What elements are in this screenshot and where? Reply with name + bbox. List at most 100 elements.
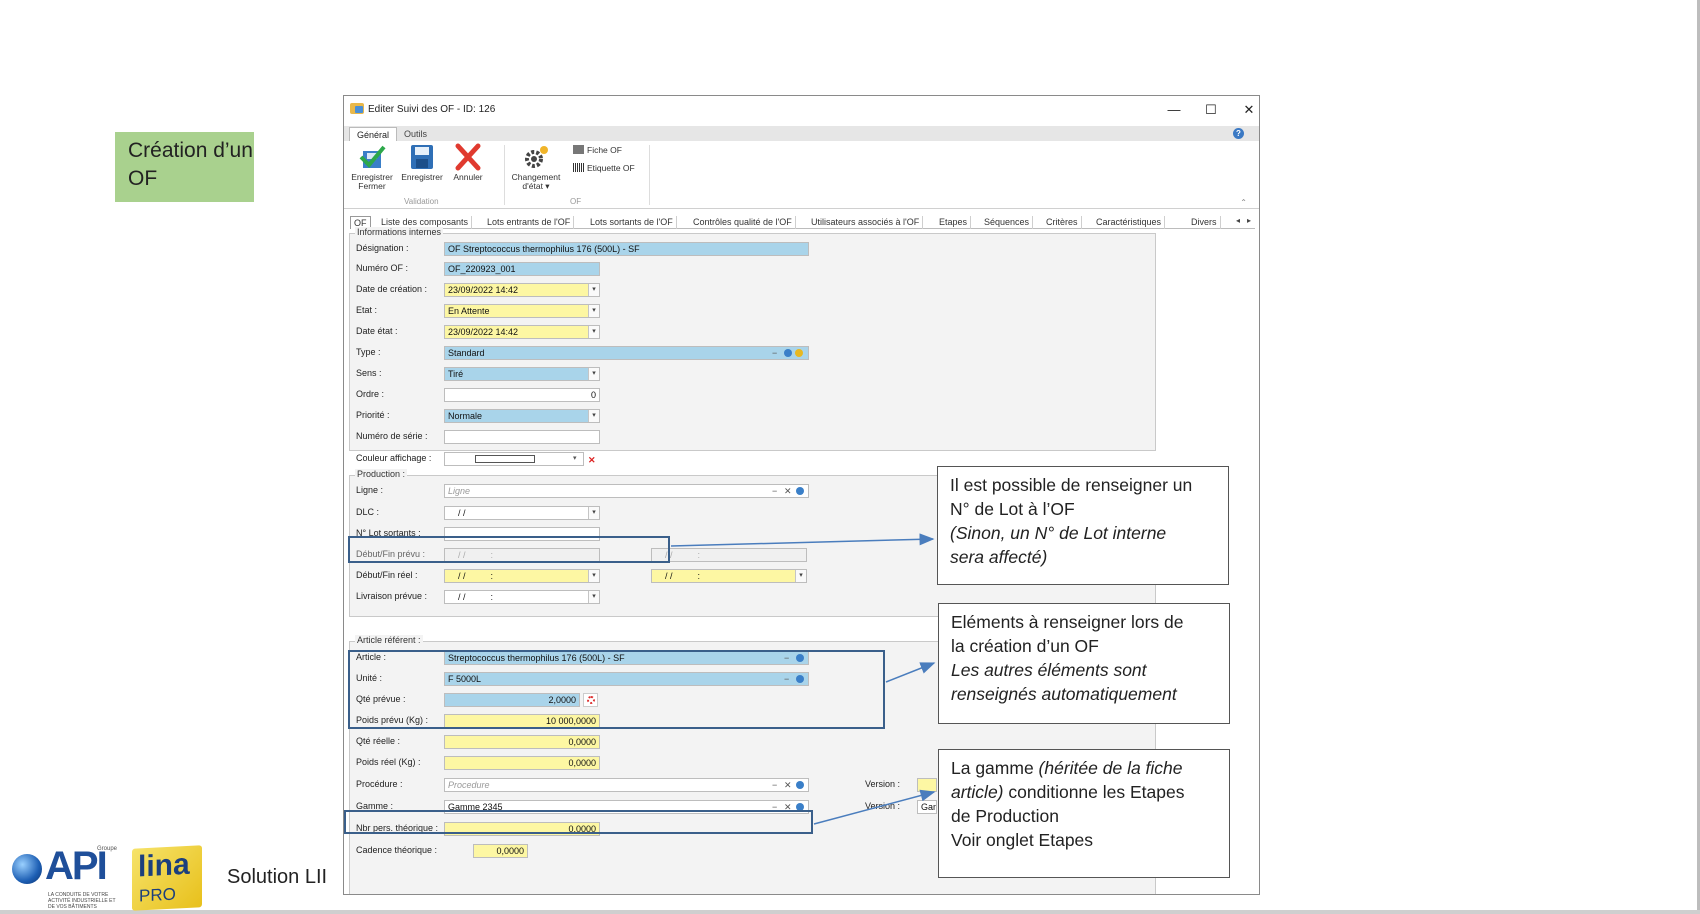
chevron-down-icon[interactable]: ▾ bbox=[795, 570, 806, 582]
callout-elements-line2: la création d’un OF bbox=[951, 636, 1099, 656]
open-icon[interactable] bbox=[796, 487, 804, 495]
chevron-down-icon[interactable]: ▾ bbox=[588, 507, 599, 519]
ligne-placeholder: Ligne bbox=[448, 486, 471, 496]
version-gamme-label: Version : bbox=[865, 801, 901, 811]
numero-serie-label: Numéro de série : bbox=[356, 431, 428, 441]
date-etat-field[interactable]: 23/09/2022 14:42 ▾ bbox=[444, 325, 600, 339]
close-button[interactable]: ✕ bbox=[1237, 100, 1259, 120]
save-close-button[interactable]: Enregistrer Fermer bbox=[348, 143, 396, 191]
ordre-field[interactable]: 0 bbox=[444, 388, 600, 402]
collapse-ribbon-icon[interactable]: ⌃ bbox=[1240, 198, 1247, 207]
chevron-down-icon[interactable]: ▾ bbox=[588, 305, 599, 317]
callout-gamme-line4: Voir onglet Etapes bbox=[951, 830, 1094, 850]
save-close-icon bbox=[359, 145, 386, 168]
tab-divers[interactable]: Divers bbox=[1188, 216, 1221, 229]
sens-select[interactable]: Tiré ▾ bbox=[444, 367, 600, 381]
fiche-of-button[interactable]: Fiche OF bbox=[573, 145, 622, 155]
priorite-select[interactable]: Normale ▾ bbox=[444, 409, 600, 423]
procedure-label: Procédure : bbox=[356, 779, 403, 789]
chevron-down-icon[interactable]: ▾ bbox=[573, 453, 577, 465]
type-value: Standard bbox=[448, 348, 485, 358]
tab-scroll-left-icon[interactable]: ◂ bbox=[1236, 216, 1240, 225]
open-icon[interactable] bbox=[796, 781, 804, 789]
tab-sequences[interactable]: Séquences bbox=[981, 216, 1034, 229]
chevron-down-icon[interactable]: ▾ bbox=[588, 570, 599, 582]
tab-lots-entrants[interactable]: Lots entrants de l'OF bbox=[484, 216, 575, 229]
tab-utilisateurs[interactable]: Utilisateurs associés à l'OF bbox=[808, 216, 924, 229]
etat-select[interactable]: En Attente ▾ bbox=[444, 304, 600, 318]
poids-reel-field[interactable]: 0,0000 bbox=[444, 756, 600, 770]
callout-elements-line3: Les autres éléments sont bbox=[951, 660, 1147, 680]
tab-controles-qualite[interactable]: Contrôles qualité de l'OF bbox=[690, 216, 796, 229]
livraison-field[interactable]: / / : ▾ bbox=[444, 590, 600, 604]
pro-text: PRO bbox=[139, 884, 176, 906]
numero-of-field[interactable]: OF_220923_001 bbox=[444, 262, 600, 276]
chevron-down-icon[interactable]: ▾ bbox=[588, 410, 599, 422]
ribbon-group-of: OF bbox=[570, 197, 582, 206]
version-gamme-field[interactable]: Gam bbox=[917, 800, 937, 814]
qte-reelle-field[interactable]: 0,0000 bbox=[444, 735, 600, 749]
tab-caracteristiques[interactable]: Caractéristiques bbox=[1093, 216, 1166, 229]
etat-value: En Attente bbox=[448, 306, 490, 316]
print-icon bbox=[573, 145, 584, 154]
slide-title: Création d’un OF bbox=[115, 132, 254, 202]
designation-label: Désignation : bbox=[356, 243, 409, 253]
debut-reel-field[interactable]: / / : ▾ bbox=[444, 569, 600, 583]
fin-reel-value: / / : bbox=[665, 571, 701, 581]
minus-icon[interactable]: − bbox=[772, 779, 777, 791]
designation-field[interactable]: OF Streptococcus thermophilus 176 (500L)… bbox=[444, 242, 809, 256]
date-creation-field[interactable]: 23/09/2022 14:42 ▾ bbox=[444, 283, 600, 297]
etiquette-of-button[interactable]: Etiquette OF bbox=[573, 163, 635, 173]
dlc-field[interactable]: / / ▾ bbox=[444, 506, 600, 520]
clear-icon[interactable]: ✕ bbox=[784, 485, 792, 497]
gear-icon bbox=[525, 146, 548, 168]
clear-color-icon[interactable]: ✕ bbox=[588, 454, 596, 466]
tab-scroll-right-icon[interactable]: ▸ bbox=[1247, 216, 1251, 225]
callout-elements: Eléments à renseigner lors de la créatio… bbox=[938, 603, 1230, 724]
ligne-label: Ligne : bbox=[356, 485, 384, 495]
fin-prevu-field: / / : bbox=[651, 548, 807, 562]
help-icon[interactable]: ? bbox=[1233, 128, 1244, 139]
tab-lots-sortants[interactable]: Lots sortants de l'OF bbox=[587, 216, 677, 229]
maximize-button[interactable]: ☐ bbox=[1199, 100, 1223, 120]
minus-icon[interactable]: − bbox=[772, 485, 777, 497]
type-field[interactable]: Standard − bbox=[444, 346, 809, 360]
chevron-down-icon[interactable]: ▾ bbox=[588, 284, 599, 296]
callout-elements-line4: renseignés automatiquement bbox=[951, 684, 1177, 704]
callout-gamme-line3: de Production bbox=[951, 806, 1059, 826]
add-icon[interactable] bbox=[795, 349, 803, 357]
clear-icon[interactable]: ✕ bbox=[784, 779, 792, 791]
open-icon[interactable] bbox=[784, 349, 792, 357]
date-etat-value: 23/09/2022 14:42 bbox=[448, 327, 519, 337]
minimize-button[interactable]: — bbox=[1162, 100, 1186, 120]
couleur-picker[interactable]: ▾ bbox=[444, 452, 584, 466]
cancel-label: Annuler bbox=[453, 172, 483, 182]
ribbon-separator bbox=[649, 145, 650, 205]
tab-criteres[interactable]: Critères bbox=[1043, 216, 1082, 229]
change-state-button[interactable]: Changement d'état ▾ bbox=[507, 143, 565, 191]
cadence-field[interactable]: 0,0000 bbox=[473, 844, 528, 858]
tab-etapes[interactable]: Etapes bbox=[936, 216, 972, 229]
api-tagline: LA CONDUITE DE VOTRE ACTIVITÉ INDUSTRIEL… bbox=[48, 892, 116, 910]
cancel-button[interactable]: Annuler bbox=[448, 143, 488, 182]
procedure-field[interactable]: Procedure − ✕ bbox=[444, 778, 809, 792]
fiche-of-label: Fiche OF bbox=[587, 145, 622, 155]
ribbon-tab-general[interactable]: Général bbox=[349, 127, 398, 141]
chevron-down-icon[interactable]: ▾ bbox=[588, 591, 599, 603]
fin-reel-field[interactable]: / / : ▾ bbox=[651, 569, 807, 583]
livraison-value: / / : bbox=[458, 592, 494, 602]
highlight-gamme bbox=[344, 810, 813, 834]
date-creation-label: Date de création : bbox=[356, 284, 428, 294]
ribbon-tab-outils[interactable]: Outils bbox=[397, 127, 434, 141]
chevron-down-icon[interactable]: ▾ bbox=[588, 368, 599, 380]
save-button[interactable]: Enregistrer bbox=[400, 143, 444, 182]
chevron-down-icon[interactable]: ▾ bbox=[588, 326, 599, 338]
version-procedure-field[interactable] bbox=[917, 778, 937, 792]
lina-pro-logo: lina PRO bbox=[132, 845, 202, 911]
color-swatch bbox=[475, 455, 535, 463]
ligne-field[interactable]: Ligne − ✕ bbox=[444, 484, 809, 498]
minus-icon[interactable]: − bbox=[772, 347, 777, 359]
slide-edge-bottom bbox=[0, 910, 1700, 914]
numero-serie-field[interactable] bbox=[444, 430, 600, 444]
callout-lot-line2: N° de Lot à l’OF bbox=[950, 499, 1075, 519]
